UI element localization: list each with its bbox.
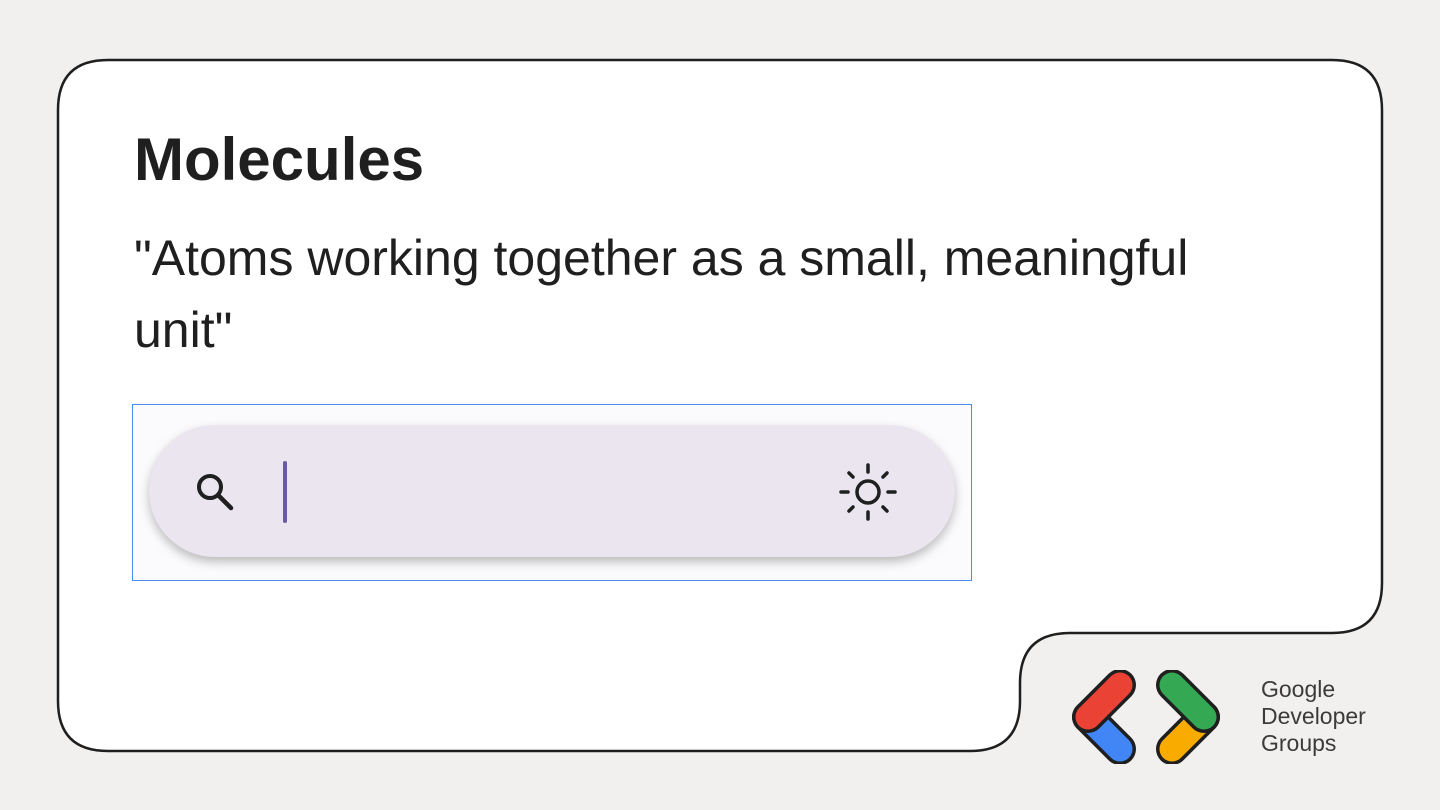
brand-line-groups: Groups <box>1261 730 1337 756</box>
google-developer-groups-logo <box>1072 670 1220 764</box>
slide-title: Molecules <box>134 126 425 193</box>
search-icon[interactable] <box>193 470 239 516</box>
search-bar[interactable] <box>149 425 955 557</box>
brand-wordmark: Google Developer Groups <box>1261 676 1366 757</box>
brand-line-google: Google <box>1261 676 1336 702</box>
search-bar-demo-frame <box>132 404 972 581</box>
search-input[interactable] <box>299 461 823 525</box>
text-caret <box>283 461 287 523</box>
brand-line-developer: Developer <box>1261 703 1366 729</box>
slide-quote: "Atoms working together as a small, mean… <box>134 230 1189 358</box>
brightness-icon[interactable] <box>839 463 897 521</box>
